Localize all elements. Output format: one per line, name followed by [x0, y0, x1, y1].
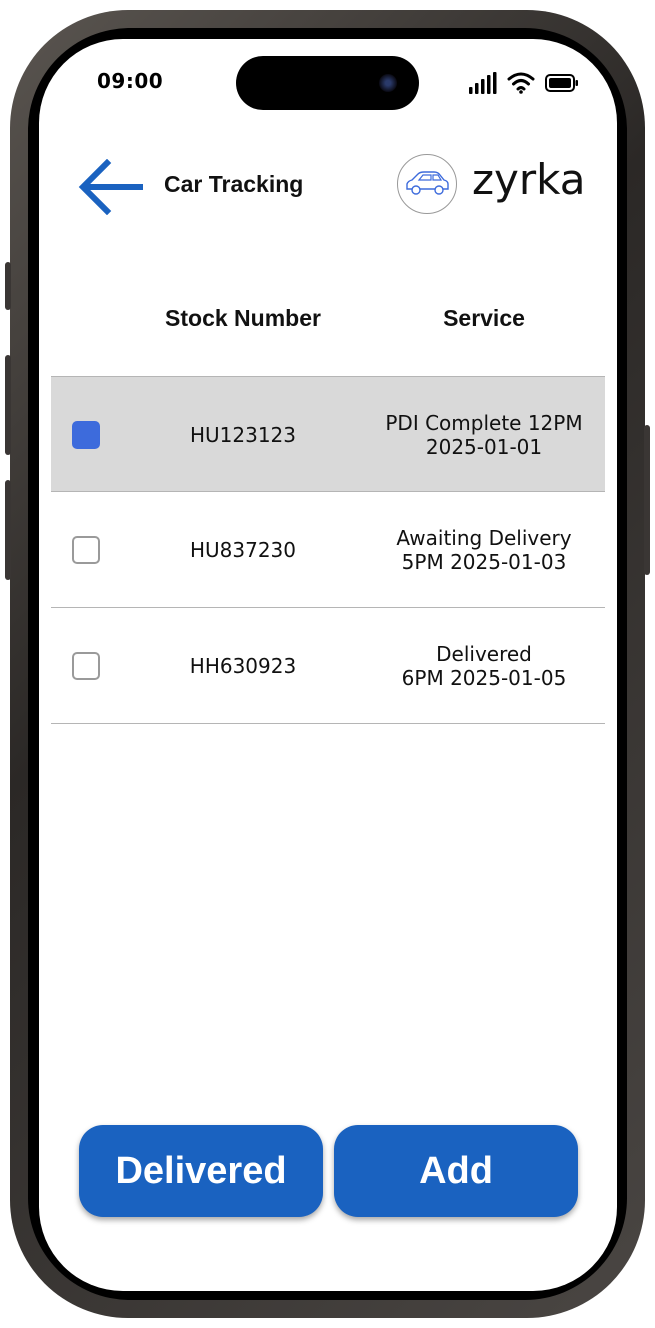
brand-logo [397, 154, 457, 214]
power-button [644, 425, 650, 575]
column-header-stock-number: Stock Number [165, 305, 321, 331]
camera-icon [379, 74, 397, 92]
row-checkbox[interactable] [72, 652, 100, 680]
status-time: 09:00 [97, 69, 164, 93]
service-status: Awaiting Delivery 5PM 2025-01-03 [369, 492, 599, 608]
row-checkbox[interactable] [72, 421, 100, 449]
table-row[interactable]: HU123123 PDI Complete 12PM 2025-01-01 [51, 376, 605, 492]
brand-name: zyrka [472, 155, 586, 204]
volume-up-button [5, 355, 11, 455]
service-date-line: 2025-01-01 [425, 435, 543, 459]
signal-icon [469, 72, 497, 94]
row-checkbox[interactable] [72, 536, 100, 564]
service-date-line: 5PM 2025-01-03 [401, 550, 567, 574]
add-button[interactable]: Add [334, 1125, 578, 1217]
action-button [5, 262, 11, 310]
service-status-line: PDI Complete 12PM [385, 411, 583, 435]
service-status-line: Delivered [436, 642, 532, 666]
service-status-line: Awaiting Delivery [396, 526, 572, 550]
table-row[interactable]: HU837230 Awaiting Delivery 5PM 2025-01-0… [51, 492, 605, 608]
car-logo-icon [406, 171, 449, 195]
service-status: Delivered 6PM 2025-01-05 [369, 608, 599, 724]
volume-down-button [5, 480, 11, 580]
stock-number: HU837230 [189, 538, 297, 562]
stock-number: HH630923 [189, 654, 297, 678]
service-date-line: 6PM 2025-01-05 [401, 666, 567, 690]
stock-number: HU123123 [189, 423, 297, 447]
service-status: PDI Complete 12PM 2025-01-01 [369, 377, 599, 493]
screen: 09:00 Car Tracking zyrka Stock Number Se… [39, 39, 617, 1291]
arrow-left-icon[interactable] [77, 159, 143, 215]
delivered-button[interactable]: Delivered [79, 1125, 323, 1217]
column-header-service: Service [443, 305, 525, 331]
battery-icon [545, 74, 578, 92]
page-title: Car Tracking [164, 171, 304, 197]
table-row[interactable]: HH630923 Delivered 6PM 2025-01-05 [51, 608, 605, 724]
status-icons [469, 72, 579, 94]
dynamic-island [236, 56, 419, 110]
wifi-icon [507, 72, 535, 94]
tracking-table: HU123123 PDI Complete 12PM 2025-01-01 HU… [51, 376, 605, 724]
header: Car Tracking zyrka [39, 149, 617, 229]
